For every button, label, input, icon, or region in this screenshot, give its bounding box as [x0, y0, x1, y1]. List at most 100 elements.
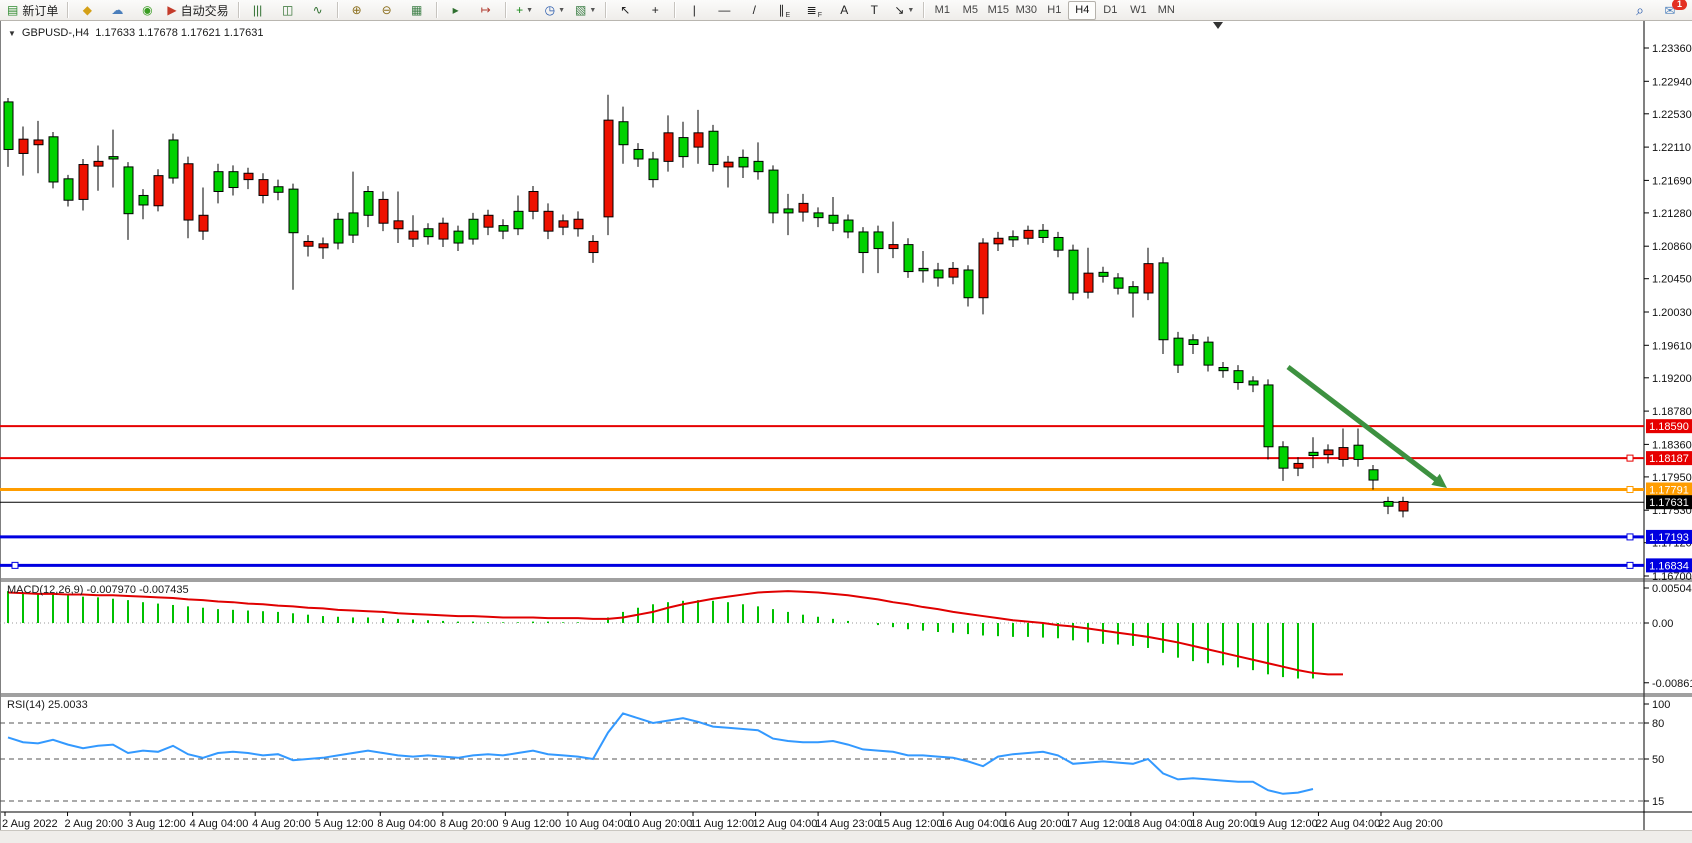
- timeframe-mn-button[interactable]: MN: [1152, 1, 1180, 20]
- fibonacci-icon: ≣: [807, 4, 817, 16]
- candle: [394, 221, 403, 229]
- price-badge-label: 1.18590: [1649, 421, 1689, 433]
- price-tick-label: 1.18360: [1652, 439, 1692, 451]
- timeframe-h1-button[interactable]: H1: [1040, 1, 1068, 20]
- price-badge-label: 1.18187: [1649, 453, 1689, 465]
- price-badge-label: 1.17791: [1649, 485, 1689, 497]
- candle: [979, 243, 988, 298]
- chart-canvas: 1.233601.229401.225301.221101.216901.212…: [0, 0, 1692, 843]
- candle: [694, 133, 703, 147]
- search-button[interactable]: ⌕: [1626, 0, 1654, 20]
- candle: [904, 245, 913, 272]
- candle: [814, 213, 823, 218]
- candle: [1354, 445, 1363, 459]
- timeframe-w1-button[interactable]: W1: [1124, 1, 1152, 20]
- auto-scroll-button[interactable]: ▸: [442, 0, 470, 20]
- candle: [1309, 452, 1318, 455]
- candle: [1069, 250, 1078, 293]
- fibonacci-button[interactable]: ≣F: [800, 0, 828, 20]
- line-chart-button[interactable]: ∿: [304, 0, 332, 20]
- candle: [934, 270, 943, 278]
- candle: [124, 167, 133, 214]
- candle: [1009, 237, 1018, 240]
- tile-windows-button[interactable]: ▦: [403, 0, 431, 20]
- dropdown-arrow-icon[interactable]: ▼: [589, 7, 596, 14]
- dropdown-arrow-icon[interactable]: ▼: [558, 7, 565, 14]
- market-watch-icon[interactable]: ◆: [73, 0, 101, 20]
- candlestick-chart-button[interactable]: ◫: [274, 0, 302, 20]
- timeframe-m1-button[interactable]: M1: [928, 1, 956, 20]
- candle: [799, 203, 808, 212]
- toolbar-separator: [505, 2, 506, 18]
- horizontal-line-button[interactable]: —: [710, 0, 738, 20]
- trendline-button[interactable]: /: [740, 0, 768, 20]
- periods-button[interactable]: ◷▼: [541, 0, 569, 20]
- time-tick-label: 2 Aug 2022: [2, 818, 58, 830]
- autotrading-button[interactable]: ▶自动交易: [163, 0, 232, 20]
- one-click-expander-icon[interactable]: ▼: [8, 29, 16, 38]
- toolbar-separator: [605, 2, 606, 18]
- candle: [169, 140, 178, 178]
- candle: [1189, 340, 1198, 345]
- zoom-out-button[interactable]: ⊖: [373, 0, 401, 20]
- indicators-button[interactable]: +▼: [511, 0, 539, 20]
- hline-handle[interactable]: [1627, 562, 1633, 568]
- templates-icon: ▧: [575, 4, 586, 16]
- time-tick-label: 12 Aug 04:00: [753, 818, 818, 830]
- cursor-icon: ↖: [620, 4, 630, 16]
- equidistant-channel-icon: ∥: [778, 4, 784, 16]
- chart-shift-button[interactable]: ↦: [472, 0, 500, 20]
- vertical-line-button[interactable]: |: [680, 0, 708, 20]
- timeframe-m15-button[interactable]: M15: [984, 1, 1012, 20]
- hline-handle[interactable]: [1627, 487, 1633, 493]
- candle: [1294, 463, 1303, 468]
- label-button[interactable]: T: [860, 0, 888, 20]
- symbol-period-label: GBPUSD-,H4: [22, 27, 89, 39]
- chat-unread-badge: 1: [1672, 0, 1687, 10]
- crosshair-button[interactable]: +: [641, 0, 669, 20]
- rsi-indicator-label: RSI(14) 25.0033: [7, 699, 88, 711]
- signals-icon-icon: ◉: [142, 4, 152, 16]
- timeframe-d1-button[interactable]: D1: [1096, 1, 1124, 20]
- zoom-in-button[interactable]: ⊕: [343, 0, 371, 20]
- price-tick-label: 1.20450: [1652, 274, 1692, 286]
- candle: [589, 241, 598, 252]
- candle: [739, 157, 748, 167]
- timeframe-m5-button[interactable]: M5: [956, 1, 984, 20]
- macd-axis-label: 0.005046: [1652, 583, 1692, 595]
- candle: [289, 189, 298, 233]
- new-order-button[interactable]: ▤新订单: [3, 0, 62, 20]
- text-icon: A: [840, 4, 848, 16]
- hline-handle[interactable]: [1627, 455, 1633, 461]
- timeframe-m30-button[interactable]: M30: [1012, 1, 1040, 20]
- dropdown-arrow-icon[interactable]: ▼: [907, 7, 914, 14]
- toolbar-separator: [923, 2, 924, 18]
- dropdown-arrow-icon[interactable]: ▼: [526, 7, 533, 14]
- signals-icon[interactable]: ◉: [133, 0, 161, 20]
- community-icon[interactable]: ☁: [103, 0, 131, 20]
- arrows-icon: ↘: [894, 4, 904, 16]
- candle: [454, 231, 463, 243]
- price-tick-label: 1.19200: [1652, 373, 1692, 385]
- text-button[interactable]: A: [830, 0, 858, 20]
- timeframe-h4-button[interactable]: H4: [1068, 1, 1096, 20]
- arrows-button[interactable]: ↘▼: [890, 0, 918, 20]
- chat-button[interactable]: ✉ 1: [1656, 0, 1684, 20]
- price-tick-label: 1.16700: [1652, 571, 1692, 583]
- candle: [64, 179, 73, 200]
- candle: [829, 215, 838, 223]
- candle: [469, 219, 478, 239]
- cursor-button[interactable]: ↖: [611, 0, 639, 20]
- candle: [964, 270, 973, 298]
- time-tick-label: 10 Aug 04:00: [565, 818, 630, 830]
- equidistant-channel-button[interactable]: ∥E: [770, 0, 798, 20]
- bar-chart-button[interactable]: |||: [244, 0, 272, 20]
- candle: [319, 244, 328, 248]
- crosshair-icon: +: [652, 4, 659, 16]
- templates-button[interactable]: ▧▼: [571, 0, 600, 20]
- candle: [784, 209, 793, 213]
- autotrading-button-label: 自动交易: [181, 2, 229, 19]
- hline-handle[interactable]: [12, 562, 18, 568]
- hline-handle[interactable]: [1627, 534, 1633, 540]
- price-tick-label: 1.21280: [1652, 208, 1692, 220]
